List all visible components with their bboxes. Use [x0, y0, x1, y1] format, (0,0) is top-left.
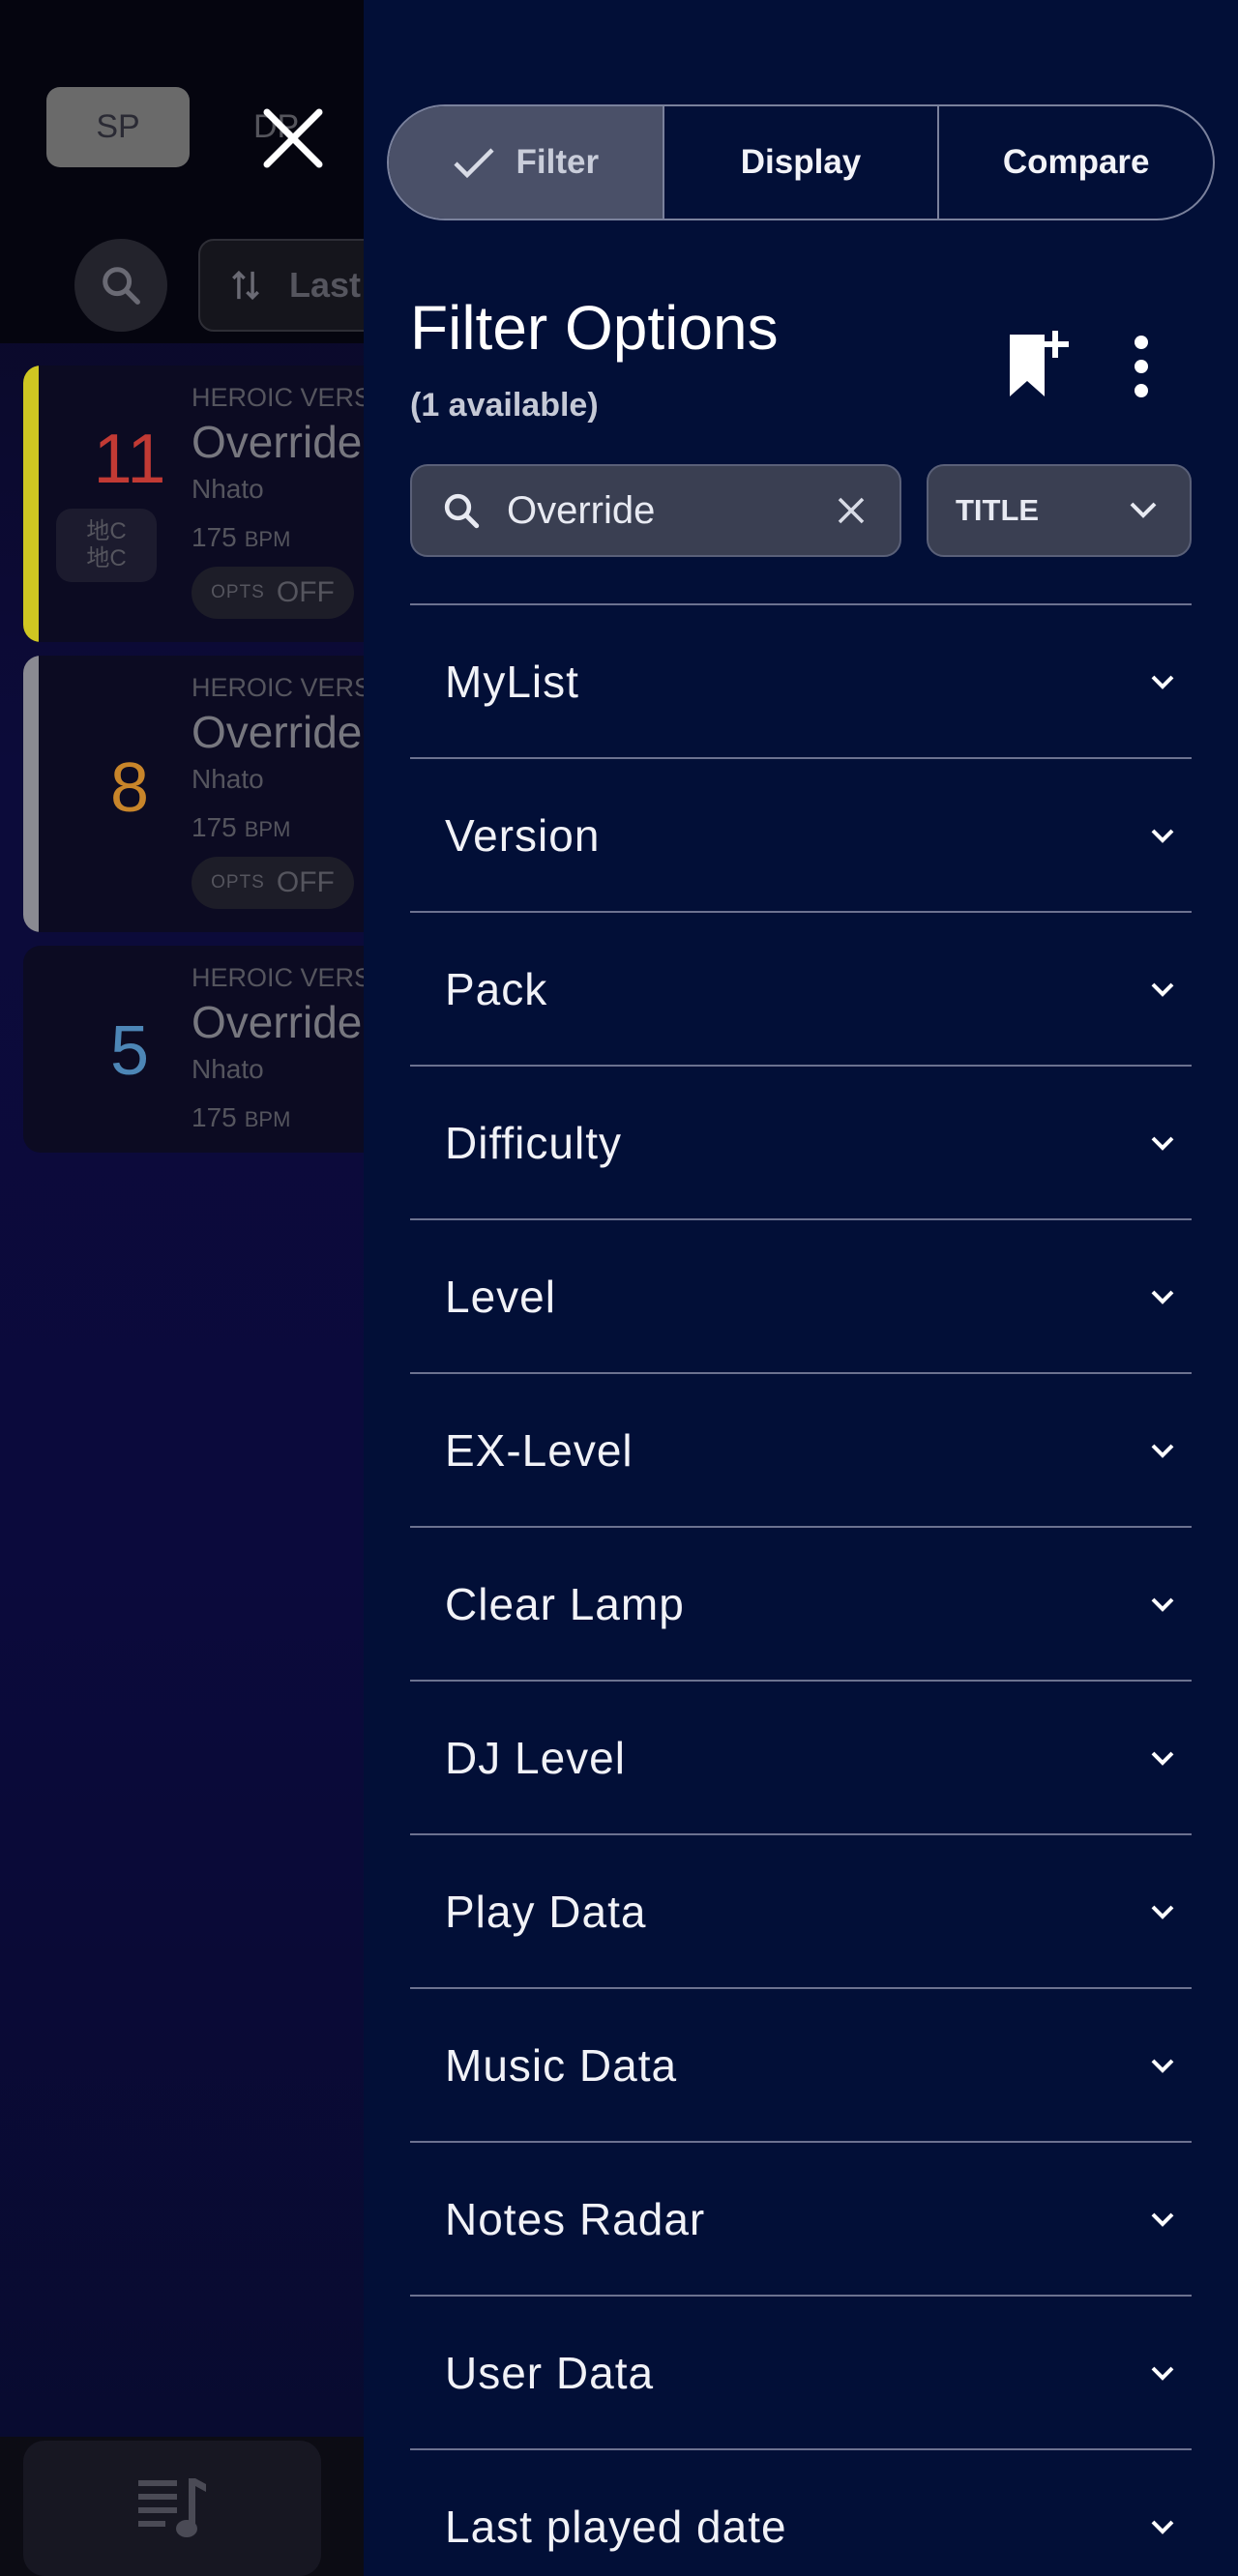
chevron-down-icon — [1151, 1751, 1174, 1766]
song-artist: Nhato — [192, 474, 264, 504]
filter-section-label: Music Data — [445, 2039, 678, 2091]
bookmark-add-icon[interactable] — [1002, 329, 1072, 402]
tab-display-label: Display — [740, 143, 862, 181]
chevron-down-icon — [1151, 1444, 1174, 1458]
filter-section-level[interactable]: Level — [410, 1218, 1192, 1372]
search-field-value: TITLE — [956, 493, 1040, 527]
bpm-value: 175 — [192, 522, 237, 552]
song-artist: Nhato — [192, 1054, 264, 1084]
search-icon — [103, 267, 140, 305]
filter-section-difficulty[interactable]: Difficulty — [410, 1065, 1192, 1218]
difficulty-stripe — [23, 656, 39, 932]
filter-section-music-data[interactable]: Music Data — [410, 1987, 1192, 2141]
filter-section-label: Play Data — [445, 1886, 647, 1937]
filter-section-label: EX-Level — [445, 1424, 634, 1476]
available-count: (1 available) — [410, 387, 599, 424]
filter-section-label: Last played date — [445, 2501, 787, 2552]
filter-section-label: Clear Lamp — [445, 1578, 685, 1629]
filter-section-label: Notes Radar — [445, 2193, 706, 2244]
opts-badge: OPTS OFF — [192, 857, 354, 909]
chevron-down-icon — [1151, 2366, 1174, 2381]
filter-section-label: Level — [445, 1271, 556, 1322]
filter-section-dj-level[interactable]: DJ Level — [410, 1680, 1192, 1833]
song-title: Override — [192, 997, 363, 1047]
tab-compare[interactable]: Compare — [937, 106, 1213, 219]
bpm-value: 175 — [192, 1102, 237, 1132]
bpm-unit: BPM — [244, 1107, 291, 1131]
clear-mark: 地C 地C — [56, 509, 157, 582]
opts-label: OPTS — [211, 582, 265, 602]
title-search-field — [410, 464, 901, 557]
filter-section-notes-radar[interactable]: Notes Radar — [410, 2141, 1192, 2295]
chevron-down-icon — [1151, 2520, 1174, 2534]
music-list-icon — [138, 2478, 206, 2537]
search-icon — [444, 493, 480, 529]
search-input[interactable] — [507, 488, 807, 533]
filter-section-last-played-date[interactable]: Last played date — [410, 2448, 1192, 2576]
filter-section-mylist[interactable]: MyList — [410, 603, 1192, 757]
chevron-down-icon — [1151, 2212, 1174, 2227]
song-bpm: 175 BPM — [192, 1102, 290, 1133]
filter-section-user-data[interactable]: User Data — [410, 2295, 1192, 2448]
opts-value: OFF — [276, 576, 335, 608]
close-icon[interactable] — [259, 104, 327, 172]
sort-icon — [232, 270, 259, 301]
chevron-down-icon — [1151, 1290, 1174, 1304]
filter-section-list: MyList Version Pack Difficulty Level EX-Level… — [410, 603, 1192, 2576]
chevron-down-icon — [1151, 1136, 1174, 1151]
filter-section-label: Pack — [445, 963, 548, 1014]
difficulty-stripe — [23, 366, 39, 642]
version-label: HEROIC VERSE — [192, 383, 390, 412]
filter-drawer: Filter Display Compare Filter Options (1… — [364, 0, 1238, 2576]
song-title: Override — [192, 417, 363, 467]
chevron-down-icon — [1151, 1597, 1174, 1612]
filter-section-pack[interactable]: Pack — [410, 911, 1192, 1065]
filter-section-label: Difficulty — [445, 1117, 622, 1168]
bpm-unit: BPM — [244, 527, 291, 551]
opts-badge: OPTS OFF — [192, 567, 354, 619]
filter-section-ex-level[interactable]: EX-Level — [410, 1372, 1192, 1526]
tab-filter-label: Filter — [516, 143, 600, 181]
check-icon — [453, 148, 494, 179]
song-artist: Nhato — [192, 764, 264, 794]
bpm-value: 175 — [192, 812, 237, 842]
tab-display[interactable]: Display — [662, 106, 938, 219]
filter-section-clear-lamp[interactable]: Clear Lamp — [410, 1526, 1192, 1680]
search-button[interactable] — [74, 239, 167, 332]
opts-label: OPTS — [211, 872, 265, 893]
opts-value: OFF — [276, 866, 335, 898]
level-number: 11 — [93, 421, 166, 498]
level-number: 5 — [109, 1012, 150, 1090]
filter-section-label: DJ Level — [445, 1732, 626, 1783]
drawer-tab-group: Filter Display Compare — [387, 104, 1215, 220]
tab-filter[interactable]: Filter — [389, 106, 663, 219]
clear-icon[interactable] — [832, 491, 870, 530]
song-bpm: 175 BPM — [192, 522, 290, 553]
version-label: HEROIC VERSE — [192, 963, 390, 992]
chevron-down-icon — [1151, 675, 1174, 689]
search-field-select[interactable]: TITLE — [927, 464, 1192, 557]
filter-section-label: User Data — [445, 2347, 655, 2398]
version-label: HEROIC VERSE — [192, 673, 390, 702]
more-vert-icon[interactable] — [1122, 333, 1161, 400]
song-bpm: 175 BPM — [192, 812, 290, 843]
tab-compare-label: Compare — [1002, 143, 1150, 181]
panel-title: Filter Options — [410, 293, 779, 363]
chevron-down-icon — [1130, 502, 1157, 518]
bpm-unit: BPM — [244, 817, 291, 841]
filter-section-play-data[interactable]: Play Data — [410, 1833, 1192, 1987]
filter-section-label: Version — [445, 809, 601, 861]
chevron-down-icon — [1151, 1905, 1174, 1919]
level-number: 8 — [109, 749, 150, 827]
sp-tab[interactable]: SP — [46, 87, 190, 167]
song-title: Override — [192, 707, 363, 757]
chevron-down-icon — [1151, 829, 1174, 843]
filter-section-version[interactable]: Version — [410, 757, 1192, 911]
chevron-down-icon — [1151, 2059, 1174, 2073]
filter-section-label: MyList — [445, 656, 579, 707]
bottom-nav-songs[interactable] — [23, 2441, 321, 2576]
chevron-down-icon — [1151, 982, 1174, 997]
sort-label: Last — [289, 265, 362, 305]
